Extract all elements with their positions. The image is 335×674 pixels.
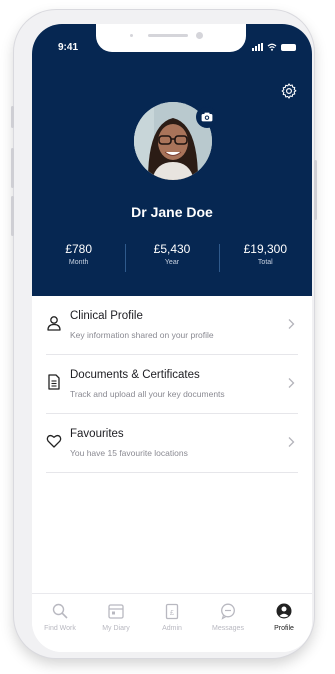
profile-icon (276, 603, 292, 619)
menu-item-clinical-profile[interactable]: Clinical Profile Key information shared … (46, 296, 298, 355)
document-icon (48, 374, 60, 390)
tab-label: Profile (274, 625, 294, 632)
power-button (314, 160, 317, 220)
stat-value: £19,300 (243, 242, 288, 256)
status-icons (252, 43, 296, 51)
menu-item-documents[interactable]: Documents & Certificates Track and uploa… (46, 355, 298, 414)
profile-header: 9:41 Dr Jane Doe £780 Month £5,430 Year … (32, 24, 312, 296)
tab-label: Messages (212, 625, 244, 632)
earnings-stats: £780 Month £5,430 Year £19,300 Total (32, 242, 312, 272)
tab-label: Find Work (44, 625, 76, 632)
stat-year: £5,430 Year (125, 242, 218, 272)
menu-title: Favourites (70, 428, 124, 440)
phone-frame: 9:41 Dr Jane Doe £780 Month £5,430 Year … (11, 10, 317, 658)
calendar-icon (108, 604, 124, 619)
stat-value: £780 (65, 242, 93, 256)
status-time: 9:41 (58, 42, 79, 53)
settings-gear-icon[interactable] (280, 82, 298, 100)
tab-find-work[interactable]: Find Work (32, 594, 88, 652)
stat-label: Month (68, 259, 89, 266)
phone-screen: 9:41 Dr Jane Doe £780 Month £5,430 Year … (32, 24, 312, 652)
svg-text:£: £ (170, 610, 174, 617)
change-photo-button[interactable] (196, 106, 218, 128)
notch (96, 24, 246, 52)
profile-menu: Clinical Profile Key information shared … (32, 296, 312, 473)
tab-my-diary[interactable]: My Diary (88, 594, 144, 652)
camera-icon (201, 112, 213, 122)
menu-subtitle: Track and upload all your key documents (70, 389, 225, 399)
volume-up-button (11, 148, 14, 188)
stat-label: Total (257, 259, 273, 266)
mute-switch (11, 106, 14, 128)
stat-total: £19,300 Total (218, 242, 312, 272)
profile-name: Dr Jane Doe (131, 204, 213, 220)
tab-label: Admin (162, 625, 182, 632)
stat-label: Year (164, 259, 180, 266)
signal-icon (252, 43, 263, 51)
avatar-container[interactable] (134, 102, 218, 180)
tab-label: My Diary (102, 625, 130, 632)
menu-title: Clinical Profile (70, 310, 143, 322)
chevron-right-icon (288, 437, 295, 447)
menu-subtitle: Key information shared on your profile (70, 330, 214, 340)
menu-subtitle: You have 15 favourite locations (70, 448, 188, 458)
tab-admin[interactable]: £ Admin (144, 594, 200, 652)
battery-icon (281, 43, 296, 51)
bottom-tab-bar: Find Work My Diary £ Admin Messages Prof… (32, 593, 312, 652)
chat-icon (221, 603, 235, 620)
stat-value: £5,430 (153, 242, 191, 256)
wifi-icon (267, 43, 277, 51)
tab-profile[interactable]: Profile (256, 594, 312, 652)
chevron-right-icon (288, 319, 295, 329)
user-icon (47, 316, 61, 331)
stat-month: £780 Month (32, 242, 125, 266)
heart-icon (46, 434, 62, 448)
search-icon (52, 603, 68, 619)
volume-down-button (11, 196, 14, 236)
menu-item-favourites[interactable]: Favourites You have 15 favourite locatio… (46, 414, 298, 473)
clipboard-icon: £ (165, 603, 179, 620)
menu-title: Documents & Certificates (70, 369, 200, 381)
tab-messages[interactable]: Messages (200, 594, 256, 652)
chevron-right-icon (288, 378, 295, 388)
